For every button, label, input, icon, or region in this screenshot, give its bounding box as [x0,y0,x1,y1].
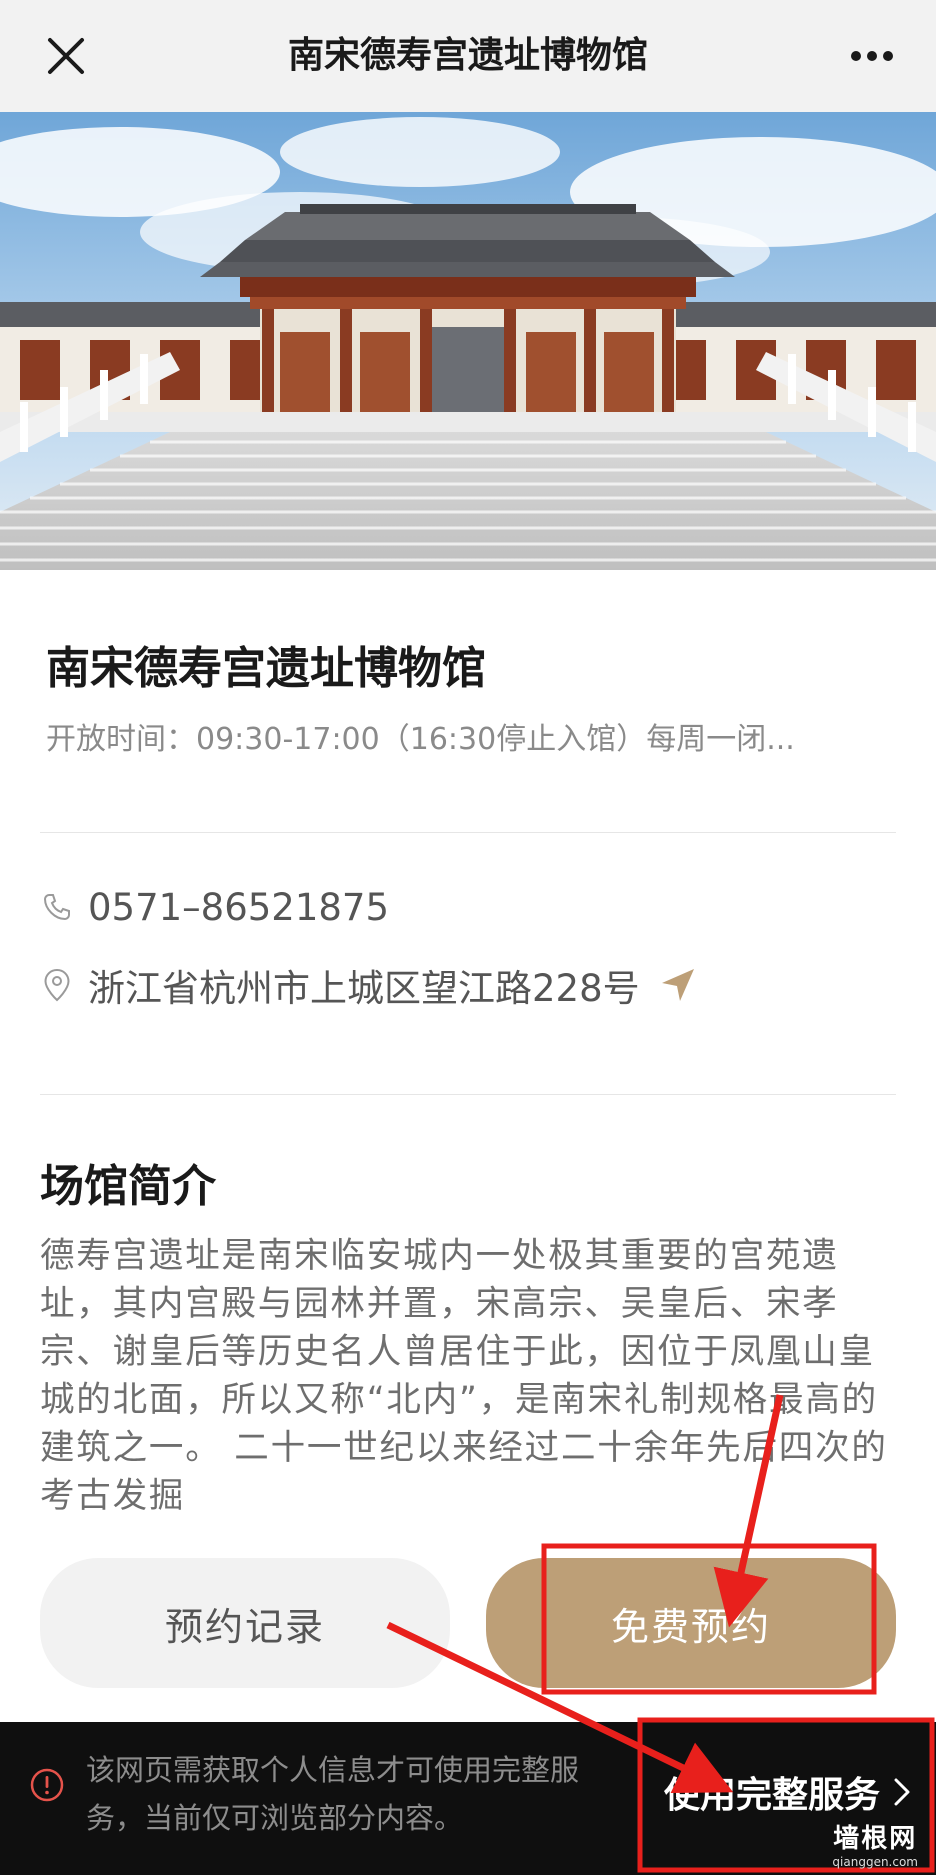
address-text[interactable]: 浙江省杭州市上城区望江路228号 [88,958,640,1012]
watermark-logo: 墙根网 qianggen.com [832,1818,918,1869]
navigation-arrow-icon [661,969,694,1001]
top-nav-bar: 南宋德寿宫遗址博物馆 [0,0,936,112]
notice-text: 该网页需获取个人信息才可使用完整服务，当前仅可浏览部分内容。 [86,1753,580,1835]
more-icon [851,51,893,61]
opening-hours[interactable]: 开放时间：09:30-17:00（16:30停止入馆）每周一闭... [46,718,914,762]
alert-circle-icon [30,1768,64,1802]
phone-row[interactable]: 0571–86521875 [40,882,389,932]
close-button[interactable] [40,30,92,82]
hero-image [0,112,936,570]
navigation-button[interactable] [658,965,698,1005]
close-icon [48,38,84,74]
use-full-service-label: 使用完整服务 [664,1775,881,1816]
phone-number[interactable]: 0571–86521875 [88,886,389,929]
page-title: 南宋德寿宫遗址博物馆 [287,35,648,76]
venue-title: 南宋德寿宫遗址博物馆 [46,643,486,694]
palace-illustration [0,112,936,570]
address-row[interactable]: 浙江省杭州市上城区望江路228号 [40,960,698,1010]
intro-heading: 场馆简介 [40,1161,216,1212]
watermark-title: 墙根网 [833,1824,918,1854]
divider [40,832,896,833]
phone-icon [40,890,74,924]
intro-text: 德寿宫遗址是南宋临安城内一处极其重要的宫苑遗址，其内宫殿与园林并置，宋高宗、吴皇… [40,1236,888,1516]
location-pin-icon [40,968,74,1002]
permission-notice-bar: 该网页需获取个人信息才可使用完整服务，当前仅可浏览部分内容。 使用完整服务 [0,1722,936,1875]
booking-records-button[interactable]: 预约记录 [40,1558,450,1688]
watermark-url: qianggen.com [832,1855,918,1869]
chevron-right-icon [894,1778,910,1806]
free-reservation-button[interactable]: 免费预约 [486,1558,896,1688]
divider [40,1094,896,1095]
use-full-service-button[interactable]: 使用完整服务 [664,1762,910,1822]
more-button[interactable] [842,36,902,76]
